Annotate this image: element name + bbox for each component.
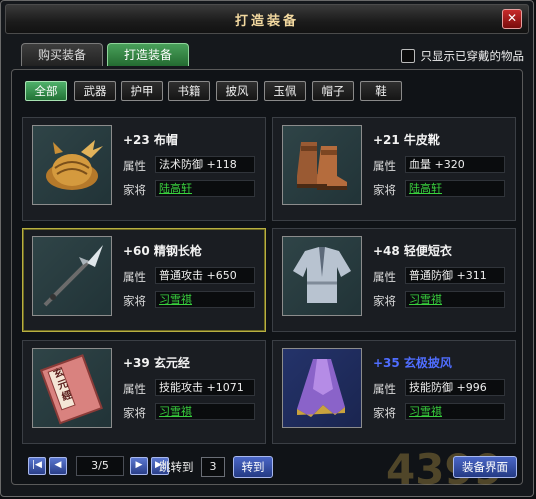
item-name: +39 玄元经 [123, 356, 190, 370]
jump-label: 跳转到 [159, 460, 194, 474]
attr-label: 属性 [373, 270, 396, 284]
general-label: 家将 [373, 406, 396, 420]
filter-shoes[interactable]: 鞋 [360, 81, 402, 101]
item-card[interactable]: 玄元經 +39 玄元经 属性 技能攻击 +1071 家将 习雪祺 [22, 340, 266, 444]
item-name: +21 牛皮靴 [373, 133, 440, 147]
filter-hat[interactable]: 帽子 [312, 81, 354, 101]
item-card[interactable]: +35 玄极披风 属性 技能防御 +996 家将 习雪祺 [272, 340, 516, 444]
item-card[interactable]: +21 牛皮靴 属性 血量 +320 家将 陆高轩 [272, 117, 516, 221]
window-title: 打造装备 [234, 14, 299, 29]
attr-value: 普通攻击 +650 [155, 267, 255, 284]
item-name: +48 轻便短衣 [373, 244, 452, 258]
cloth-hat-icon [32, 125, 112, 205]
jump-page-input[interactable]: 3 [201, 457, 225, 477]
attr-label: 属性 [123, 270, 146, 284]
item-card-selected[interactable]: +60 精钢长枪 属性 普通攻击 +650 家将 习雪祺 [22, 228, 266, 332]
attr-label: 属性 [373, 159, 396, 173]
attr-value: 普通防御 +311 [405, 267, 505, 284]
item-card[interactable]: +48 轻便短衣 属性 普通防御 +311 家将 习雪祺 [272, 228, 516, 332]
general-label: 家将 [123, 183, 146, 197]
leather-boots-icon [282, 125, 362, 205]
general-link[interactable]: 习雪祺 [409, 405, 442, 418]
general-value-box: 陆高轩 [405, 180, 505, 197]
tab-forge-equipment[interactable]: 打造装备 [107, 43, 189, 66]
general-link[interactable]: 习雪祺 [409, 293, 442, 306]
attr-label: 属性 [123, 382, 146, 396]
prev-page-button[interactable]: ◀ [49, 457, 67, 475]
only-worn-label: 只显示已穿戴的物品 [420, 49, 525, 63]
first-page-button[interactable]: |◀ [28, 457, 46, 475]
item-card[interactable]: +23 布帽 属性 法术防御 +118 家将 陆高轩 [22, 117, 266, 221]
tab-buy-equipment[interactable]: 购买装备 [21, 43, 103, 66]
general-link[interactable]: 习雪祺 [159, 293, 192, 306]
attr-value: 技能防御 +996 [405, 379, 505, 396]
scripture-book-icon: 玄元經 [32, 348, 112, 428]
general-link[interactable]: 陆高轩 [159, 182, 192, 195]
filter-book[interactable]: 书籍 [168, 81, 210, 101]
go-button[interactable]: 转到 [233, 456, 273, 478]
general-value-box: 习雪祺 [405, 403, 505, 420]
filter-weapon[interactable]: 武器 [74, 81, 116, 101]
only-worn-toggle[interactable]: 只显示已穿戴的物品 [400, 48, 525, 64]
purple-cloak-icon [282, 348, 362, 428]
pagination: |◀ ◀ 3/5 ▶ ▶| [28, 456, 172, 476]
general-link[interactable]: 习雪祺 [159, 405, 192, 418]
close-button[interactable]: ✕ [502, 9, 522, 29]
item-name: +35 玄极披风 [373, 356, 452, 370]
general-label: 家将 [373, 294, 396, 308]
general-value-box: 习雪祺 [405, 291, 505, 308]
next-page-button[interactable]: ▶ [130, 457, 148, 475]
attr-value: 技能攻击 +1071 [155, 379, 255, 396]
steel-spear-icon [32, 236, 112, 316]
attr-label: 属性 [373, 382, 396, 396]
general-label: 家将 [123, 406, 146, 420]
filter-cloak[interactable]: 披风 [216, 81, 258, 101]
attr-label: 属性 [123, 159, 146, 173]
filter-armor[interactable]: 护甲 [121, 81, 163, 101]
title-bar[interactable]: 打造装备 ✕ [5, 4, 529, 34]
filter-all[interactable]: 全部 [25, 81, 67, 101]
only-worn-checkbox[interactable] [400, 49, 415, 63]
short-robe-icon [282, 236, 362, 316]
general-value-box: 习雪祺 [155, 291, 255, 308]
item-name: +60 精钢长枪 [123, 244, 202, 258]
attr-value: 血量 +320 [405, 156, 505, 173]
general-label: 家将 [123, 294, 146, 308]
general-label: 家将 [373, 183, 396, 197]
attr-value: 法术防御 +118 [155, 156, 255, 173]
filter-jade[interactable]: 玉佩 [264, 81, 306, 101]
page-indicator: 3/5 [76, 456, 124, 476]
item-name: +23 布帽 [123, 133, 178, 147]
general-link[interactable]: 陆高轩 [409, 182, 442, 195]
general-value-box: 习雪祺 [155, 403, 255, 420]
equipment-screen-button[interactable]: 装备界面 [453, 456, 517, 478]
general-value-box: 陆高轩 [155, 180, 255, 197]
